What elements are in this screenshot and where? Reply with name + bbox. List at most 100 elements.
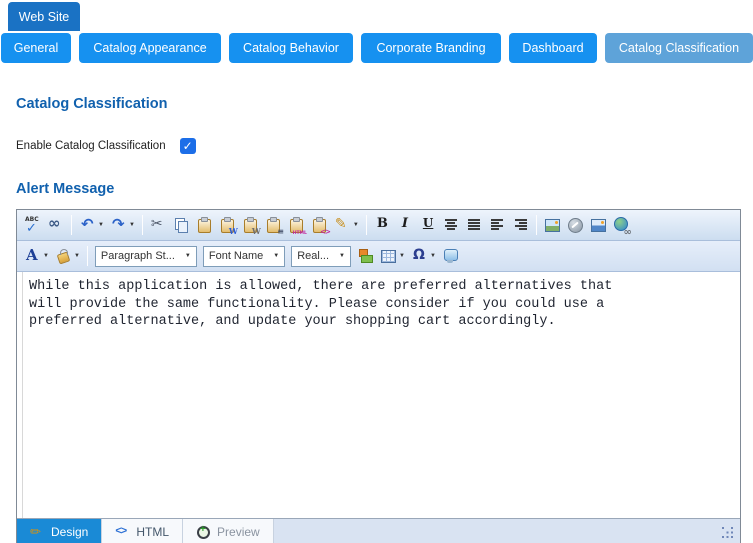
clipboard-text-icon: ≡	[265, 217, 282, 233]
clipboard-html-icon-overlay: HTML	[293, 231, 307, 236]
clipboard-word-gray-icon-overlay: W	[252, 226, 261, 236]
resize-grip-icon[interactable]	[722, 527, 735, 540]
undo-button[interactable]: ▼	[76, 213, 107, 237]
paste-from-word-strip-font-button[interactable]: W	[239, 213, 262, 237]
enable-catalog-classification-checkbox[interactable]: ✓	[180, 138, 196, 154]
editor-content[interactable]: While this application is allowed, there…	[17, 272, 740, 518]
align-left-icon	[489, 217, 506, 233]
align-right-icon	[512, 217, 529, 233]
paste-as-html-button[interactable]: HTML	[285, 213, 308, 237]
settings-tabs: General Catalog Appearance Catalog Behavio…	[0, 33, 753, 63]
tab-corporate-branding[interactable]: Corporate Branding	[361, 33, 501, 63]
toolbar-separator	[366, 215, 367, 235]
underline-button[interactable]	[417, 213, 440, 237]
mode-tab-preview[interactable]: Preview	[183, 519, 274, 543]
dropdown-arrow-icon: ▼	[43, 253, 49, 259]
redo-icon	[110, 217, 127, 233]
italic-icon	[397, 217, 414, 233]
paste-button[interactable]	[193, 213, 216, 237]
mode-tab-html[interactable]: HTML	[102, 519, 183, 543]
background-color-button[interactable]: ▼	[52, 244, 83, 268]
table-icon	[380, 248, 397, 264]
section-title: Catalog Classification	[16, 96, 741, 112]
tab-catalog-behavior[interactable]: Catalog Behavior	[229, 33, 353, 63]
rich-text-editor: ▼▼WW≡HTML<>▼ ▼▼Paragraph St...▼Font Name…	[16, 209, 741, 543]
tab-dashboard[interactable]: Dashboard	[509, 33, 597, 63]
image-media-icon	[590, 217, 607, 233]
align-center-icon	[443, 217, 460, 233]
align-justify-icon	[466, 217, 483, 233]
dropdown-arrow-icon: ▼	[353, 222, 359, 228]
image-icon	[544, 217, 561, 233]
copy-button[interactable]	[170, 213, 193, 237]
bold-button[interactable]	[371, 213, 394, 237]
underline-icon	[420, 217, 437, 233]
justify-button[interactable]	[463, 213, 486, 237]
media-manager-button[interactable]	[587, 213, 610, 237]
align-right-button[interactable]	[509, 213, 532, 237]
mode-tabs-holder: Design HTML Preview	[17, 519, 274, 543]
insert-table-button[interactable]: ▼	[377, 244, 408, 268]
toolbar-separator	[87, 246, 88, 266]
mode-tab-label: Design	[51, 525, 88, 539]
font-name-select-label: Font Name	[209, 250, 263, 262]
mode-tab-label: HTML	[136, 525, 169, 539]
clipboard-html-icon: HTML	[288, 217, 305, 233]
clipboard-text-icon-overlay: ≡	[277, 226, 284, 236]
toolbar-separator	[71, 215, 72, 235]
wrench-circle-icon	[567, 217, 584, 233]
paste-from-word-button[interactable]: W	[216, 213, 239, 237]
alert-message-title: Alert Message	[16, 181, 741, 197]
clipboard-word-gray-icon: W	[242, 217, 259, 233]
tab-catalog-appearance[interactable]: Catalog Appearance	[79, 33, 221, 63]
enable-catalog-classification-label: Enable Catalog Classification	[16, 140, 166, 152]
tab-catalog-classification[interactable]: Catalog Classification	[605, 33, 753, 63]
align-left-button[interactable]	[486, 213, 509, 237]
copy-icon	[173, 217, 190, 233]
scissors-icon	[150, 217, 167, 233]
dropdown-arrow-icon: ▼	[98, 222, 104, 228]
clipboard-icon	[196, 217, 213, 233]
insert-symbol-button[interactable]: ▼	[408, 244, 439, 268]
paragraph-style-select[interactable]: Paragraph St...▼	[95, 246, 197, 267]
format-stripper-button[interactable]: ▼	[331, 213, 362, 237]
tab-general[interactable]: General	[1, 33, 71, 63]
dropdown-arrow-icon: ▼	[430, 253, 436, 259]
pencil-icon	[30, 525, 45, 540]
spellcheck-button[interactable]	[21, 213, 44, 237]
paste-plain-text-button[interactable]: ≡	[262, 213, 285, 237]
dropdown-arrow-icon: ▼	[129, 222, 135, 228]
tab-web-site[interactable]: Web Site	[8, 2, 80, 31]
font-name-select[interactable]: Font Name ▼	[203, 246, 285, 267]
paste-html-button[interactable]: <>	[308, 213, 331, 237]
align-center-button[interactable]	[440, 213, 463, 237]
clipboard-word-icon-overlay: W	[229, 226, 238, 236]
editor-toolbar-row-2: ▼▼Paragraph St...▼Font Name▼Real...▼▼▼	[17, 241, 740, 272]
foreground-color-button[interactable]: ▼	[21, 244, 52, 268]
flash-manager-button[interactable]	[564, 213, 587, 237]
module-blocks-icon	[357, 248, 374, 264]
clipboard-code-icon-overlay: <>	[320, 227, 330, 236]
italic-button[interactable]	[394, 213, 417, 237]
dropdown-arrow-icon: ▼	[339, 253, 345, 259]
insert-media-button[interactable]	[439, 244, 462, 268]
hyperlink-manager-button[interactable]	[610, 213, 633, 237]
font-size-select-label: Real...	[297, 250, 329, 262]
paragraph-style-select-label: Paragraph St...	[101, 250, 175, 262]
paint-bucket-icon	[55, 248, 72, 264]
insert-module-button[interactable]	[354, 244, 377, 268]
redo-button[interactable]: ▼	[107, 213, 138, 237]
clipboard-word-icon: W	[219, 217, 236, 233]
font-size-select[interactable]: Real... ▼	[291, 246, 351, 267]
monitor-icon	[442, 248, 459, 264]
spellcheck-icon	[24, 217, 41, 233]
dropdown-arrow-icon: ▼	[399, 253, 405, 259]
bold-icon	[374, 217, 391, 233]
dropdown-arrow-icon: ▼	[273, 253, 279, 259]
editor-mode-bar: Design HTML Preview	[17, 518, 740, 543]
mode-tab-design[interactable]: Design	[17, 519, 102, 543]
cut-button[interactable]	[147, 213, 170, 237]
image-manager-button[interactable]	[541, 213, 564, 237]
enable-catalog-classification-row: Enable Catalog Classification ✓	[16, 138, 741, 154]
find-replace-button[interactable]	[44, 213, 67, 237]
